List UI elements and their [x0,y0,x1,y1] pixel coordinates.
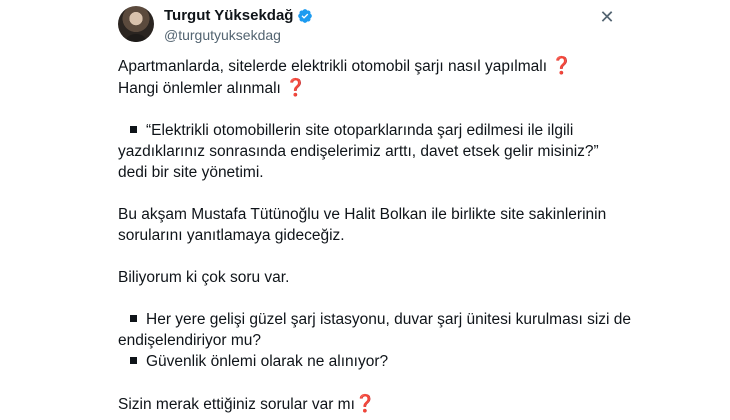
tweet-line: Güvenlik önlemi olarak ne alınıyor? [118,351,658,372]
avatar[interactable] [118,6,154,42]
tweet-line: dedi bir site yönetimi. [118,164,264,181]
tweet-line: Biliyorum ki çok soru var. [118,269,290,286]
question-mark-icon: ❓ [354,394,377,413]
tweet-line: “Elektrikli otomobillerin site otoparkla… [118,120,658,141]
close-icon[interactable]: ✕ [598,8,616,26]
tweet-line: Bu akşam Mustafa Tütünoğlu ve Halit Bolk… [118,206,607,223]
tweet-card: Turgut Yüksekdağ @turgutyuksekdag ✕ Apar… [0,0,730,420]
tweet-line: endişelendiriyor mu? [118,332,262,349]
tweet-line: Sizin merak ettiğiniz sorular var mı❓ [118,394,377,413]
tweet-header: Turgut Yüksekdağ @turgutyuksekdag [118,4,618,46]
tweet-line: Her yere gelişi güzel şarj istasyonu, du… [118,309,658,330]
tweet-line: Apartmanlarda, sitelerde elektrikli otom… [118,56,573,75]
tweet-line: sorularını yanıtlamaya gideceğiz. [118,227,345,244]
tweet-line: Hangi önlemler alınmalı ❓ [118,78,307,97]
tweet-line: yazdıklarınız sonrasında endişelerimiz a… [118,143,599,160]
verified-badge-icon [298,8,313,23]
author-handle[interactable]: @turgutyuksekdag [164,27,281,43]
bullet-icon [130,315,137,323]
tweet-text: Apartmanlarda, sitelerde elektrikli otom… [118,55,658,415]
author-name-row[interactable]: Turgut Yüksekdağ [164,7,313,24]
bullet-icon [130,357,137,365]
bullet-icon [130,126,137,134]
author-display-name[interactable]: Turgut Yüksekdağ [164,7,293,24]
question-mark-icon: ❓ [551,56,573,75]
question-mark-icon: ❓ [285,78,307,97]
